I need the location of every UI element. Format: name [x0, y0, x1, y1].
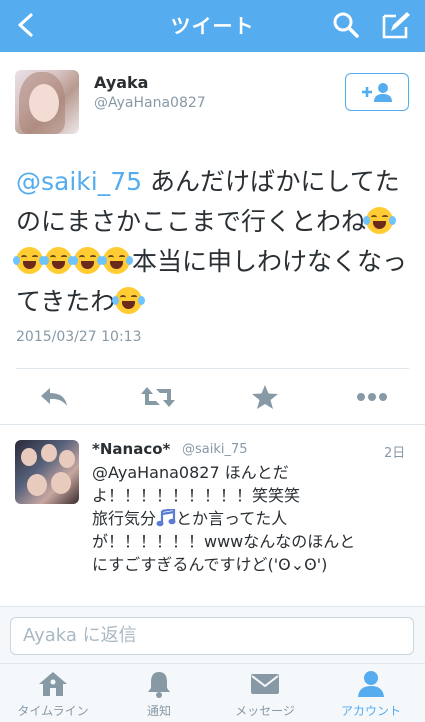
reply-text: @AyaHana0827 ほんとだ よ！！！！！！！！！笑笑笑 旅行気分 とか言っ…	[92, 461, 412, 576]
tweet-text: @saiki_75 あんだけばかにしてたのにまさかここまで行くとわね 本当に申しわ…	[13, 162, 416, 322]
reply-author-name[interactable]: *Nanaco*	[92, 440, 170, 458]
reply-line: @AyaHana0827 ほんとだ	[92, 463, 289, 482]
top-nav-bar: ツイート	[0, 0, 425, 52]
tears-of-joy-emoji-icon	[363, 207, 397, 234]
retweet-button[interactable]	[140, 382, 176, 412]
bottom-tab-bar: タイムライン 通知 メッセージ アカウント	[0, 663, 425, 722]
retweet-icon	[141, 387, 175, 407]
search-icon	[333, 12, 359, 38]
home-icon	[39, 672, 67, 696]
tab-notifications[interactable]: 通知	[106, 664, 212, 722]
reply-author-handle[interactable]: @saiki_75	[182, 442, 248, 457]
reply-line-part: とか言ってた人	[176, 509, 288, 528]
music-note-icon	[156, 509, 176, 527]
reply-line: よ！！！！！！！！！笑笑笑	[92, 486, 301, 505]
tab-label: メッセージ	[235, 704, 295, 718]
tears-of-joy-emoji-icon	[112, 287, 146, 314]
star-icon	[252, 385, 278, 409]
reply-line-part: 旅行気分	[92, 509, 157, 528]
more-icon	[357, 393, 387, 401]
compose-button[interactable]	[378, 8, 414, 42]
mention-link[interactable]: @saiki_75	[16, 167, 142, 196]
reply-avatar[interactable]	[15, 440, 79, 504]
tears-of-joy-emoji-icon	[13, 247, 46, 274]
reply-composer: Ayaka に返信	[0, 606, 425, 663]
person-icon	[358, 671, 384, 697]
divider	[0, 424, 425, 425]
reply-line: にすごすぎるんですけど('ʘ⌄ʘ')	[92, 555, 328, 574]
tab-timeline[interactable]: タイムライン	[0, 664, 106, 722]
divider	[16, 368, 409, 369]
tab-label: 通知	[146, 704, 171, 718]
tears-of-joy-emoji-icon	[42, 247, 75, 274]
envelope-icon	[251, 674, 279, 694]
tweet-action-bar	[0, 372, 425, 422]
follow-button[interactable]	[345, 73, 409, 111]
favorite-button[interactable]	[247, 382, 283, 412]
tab-account[interactable]: アカウント	[318, 664, 424, 722]
reply-button[interactable]	[36, 382, 72, 412]
author-name[interactable]: Ayaka	[94, 73, 148, 92]
reply-line: 旅行気分 とか言ってた人	[92, 507, 412, 530]
tears-of-joy-emoji-icon	[100, 247, 133, 274]
compose-icon	[382, 12, 410, 39]
bell-icon	[148, 672, 170, 698]
reply-line: が！！！！！！wwwなんなのほんと	[92, 532, 356, 551]
reply-timestamp: 2日	[384, 446, 406, 461]
reply-input[interactable]: Ayaka に返信	[10, 617, 414, 655]
tab-label: アカウント	[340, 704, 401, 718]
reply-icon	[41, 388, 67, 406]
reply-tweet[interactable]: *Nanaco* @saiki_75 2日 @AyaHana0827 ほんとだ …	[0, 426, 425, 606]
author-avatar[interactable]	[15, 70, 79, 134]
tab-messages[interactable]: メッセージ	[212, 664, 318, 722]
tweet-timestamp: 2015/03/27 10:13	[16, 329, 142, 345]
add-user-icon	[362, 83, 392, 102]
search-button[interactable]	[330, 9, 362, 41]
tab-label: タイムライン	[17, 704, 89, 718]
author-handle[interactable]: @AyaHana0827	[94, 95, 206, 111]
more-button[interactable]	[354, 382, 390, 412]
tears-of-joy-emoji-icon	[71, 247, 104, 274]
